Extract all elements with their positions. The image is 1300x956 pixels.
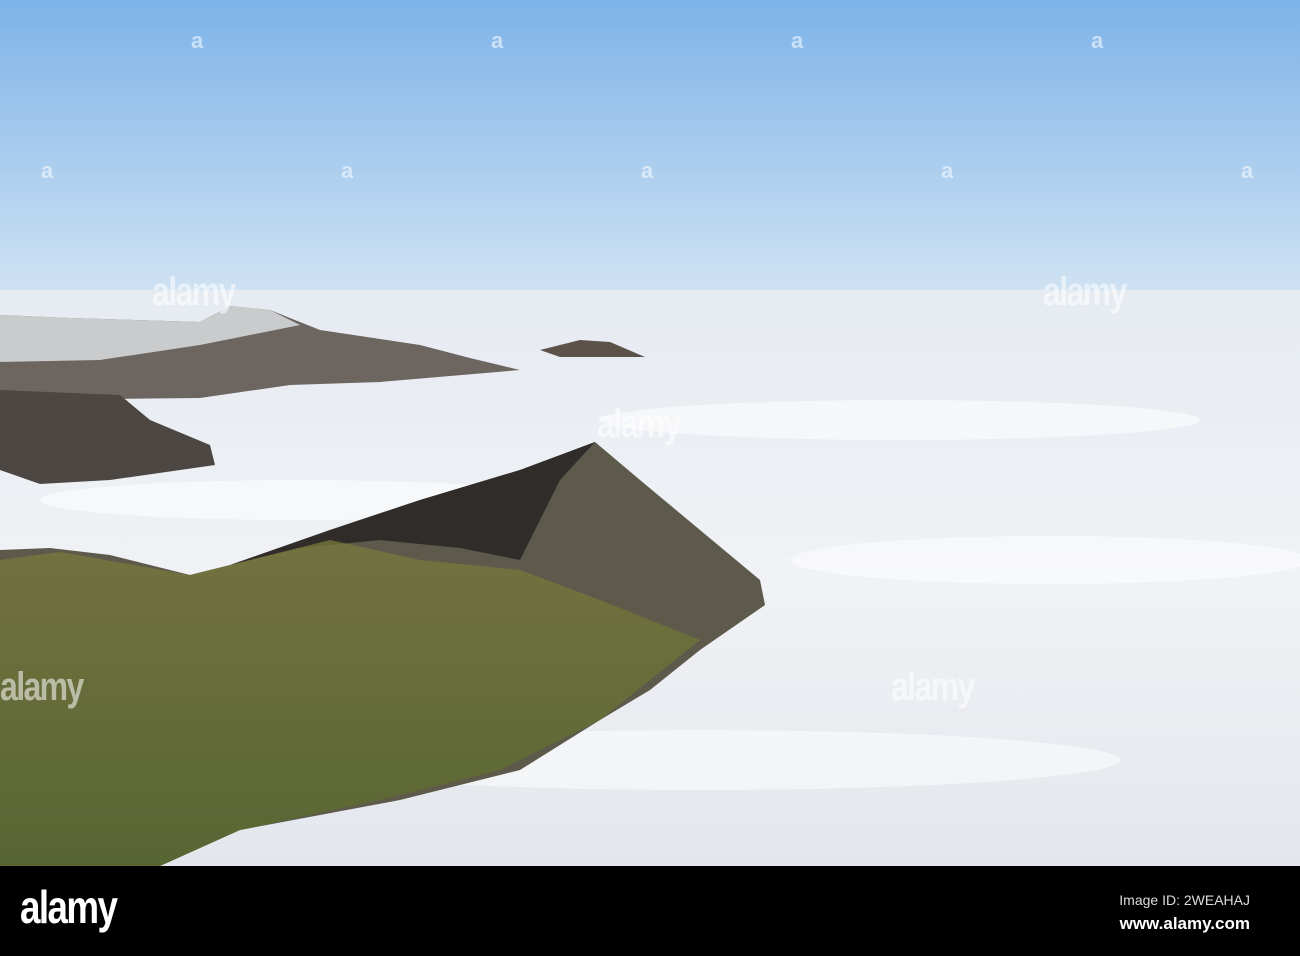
watermark-mark: a	[791, 28, 804, 53]
watermark-mark: a	[191, 28, 204, 53]
footer-bar: alamy Image ID: 2WEAHAJ www.alamy.com	[0, 866, 1300, 956]
watermark-logo: alamy	[152, 270, 236, 314]
image-id: Image ID: 2WEAHAJ	[1119, 892, 1250, 908]
website-link: www.alamy.com	[1119, 914, 1250, 933]
watermark-mark: a	[341, 158, 354, 183]
alamy-logo: alamy	[20, 881, 118, 933]
watermark-mark: a	[1241, 158, 1254, 183]
watermark-mark: a	[941, 158, 954, 183]
watermark-logo: alamy	[891, 665, 975, 709]
watermark-logo: alamy	[597, 402, 681, 446]
watermark-mark: a	[641, 158, 654, 183]
watermark-mark: a	[1091, 28, 1104, 53]
watermark-logo: alamy	[1043, 270, 1127, 314]
watermark-mark: a	[41, 158, 54, 183]
watermark-logo: alamy	[0, 665, 84, 709]
watermark-mark: a	[491, 28, 504, 53]
